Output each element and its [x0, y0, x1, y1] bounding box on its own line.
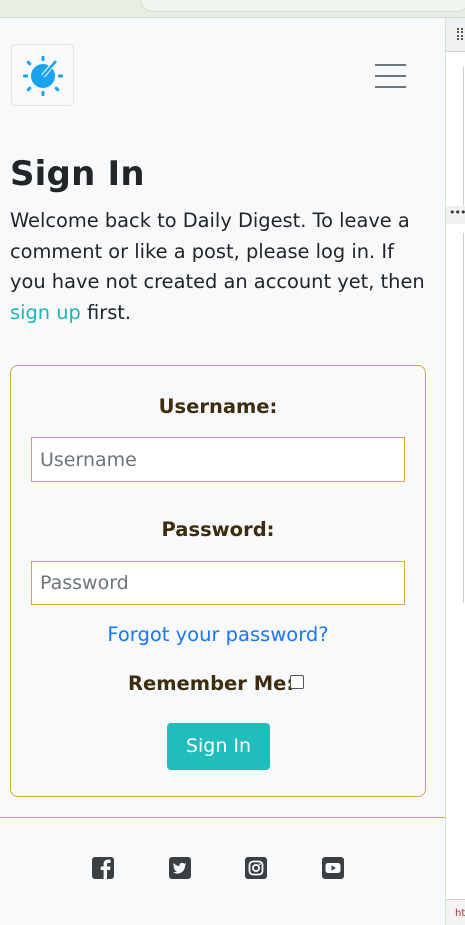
- gauge-logo-icon: [23, 56, 63, 96]
- page-title: Sign In: [10, 154, 145, 194]
- facebook-icon: [92, 857, 114, 879]
- youtube-icon: [322, 857, 344, 879]
- username-input[interactable]: [31, 437, 405, 482]
- remember-me-label: Remember Me:: [128, 672, 295, 695]
- sign-in-button[interactable]: Sign In: [167, 723, 270, 770]
- devtools-divider: [463, 66, 464, 206]
- youtube-link[interactable]: [321, 856, 345, 880]
- forgot-password-link[interactable]: Forgot your password?: [11, 623, 425, 646]
- home-logo[interactable]: [11, 44, 74, 106]
- username-label: Username:: [158, 395, 278, 418]
- devtools-panel-edge: ••• ht: [445, 18, 465, 925]
- intro-text: Welcome back to Daily Digest. To leave a…: [10, 206, 430, 328]
- password-label: Password:: [161, 518, 275, 541]
- password-input[interactable]: [31, 561, 405, 605]
- twitter-link[interactable]: [168, 856, 192, 880]
- ellipsis-icon[interactable]: •••: [446, 206, 465, 224]
- footer-divider: [0, 817, 445, 818]
- sign-in-form: Username: Password: Forgot your password…: [10, 365, 426, 797]
- hamburger-icon-bar: [375, 75, 406, 77]
- twitter-icon: [169, 857, 191, 879]
- menu-toggle-button[interactable]: [366, 58, 414, 96]
- hamburger-icon: [375, 64, 406, 66]
- instagram-link[interactable]: [244, 856, 268, 880]
- hamburger-icon-bar: [375, 86, 406, 88]
- remember-me-checkbox[interactable]: [290, 675, 304, 689]
- browser-tab-strip: [0, 0, 465, 18]
- intro-text-start: Welcome back to Daily Digest. To leave a…: [10, 209, 425, 293]
- browser-address-bar: [140, 0, 465, 12]
- drag-handle-icon[interactable]: [457, 28, 463, 40]
- page-content: Sign In Welcome back to Daily Digest. To…: [0, 18, 445, 925]
- facebook-link[interactable]: [91, 856, 115, 880]
- sign-up-link[interactable]: sign up: [10, 301, 81, 324]
- instagram-icon: [245, 857, 267, 879]
- devtools-divider: [463, 233, 464, 603]
- devtools-footer: ht: [446, 899, 465, 925]
- devtools-header: [446, 18, 465, 52]
- intro-text-end: first.: [80, 300, 132, 324]
